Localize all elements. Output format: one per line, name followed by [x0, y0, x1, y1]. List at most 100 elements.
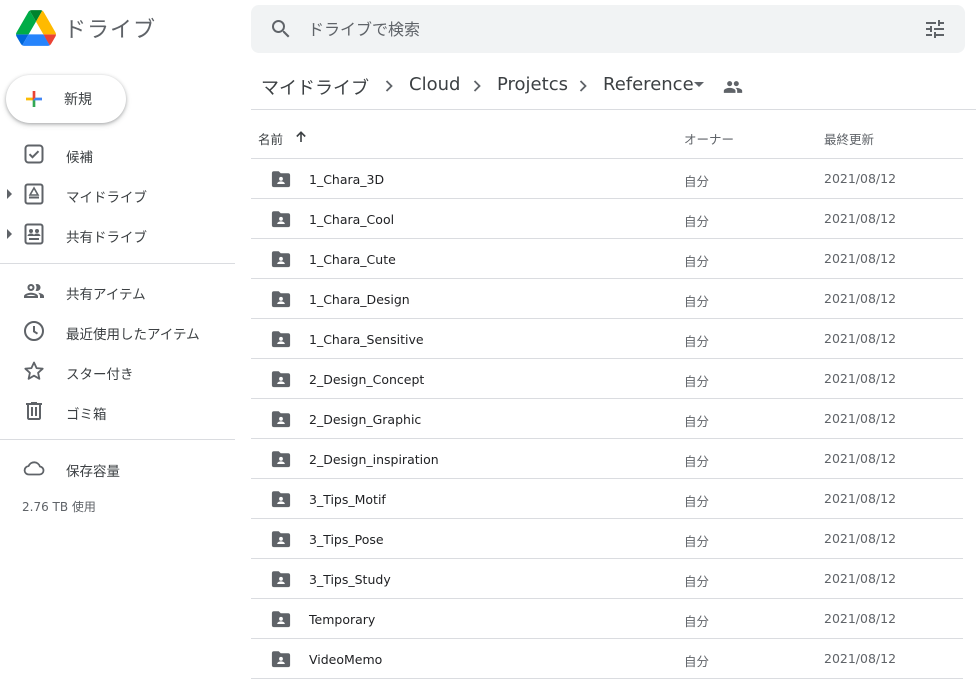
search-icon[interactable] [269, 17, 293, 41]
new-button[interactable]: 新規 [6, 75, 126, 123]
file-row[interactable]: 1_Chara_Design 自分 2021/08/12 [251, 279, 963, 319]
sidebar-item-label: 共有ドライブ [66, 230, 147, 246]
search-bar[interactable] [251, 5, 965, 53]
file-owner: 自分 [684, 614, 710, 629]
sidebar-item-label: ゴミ箱 [66, 407, 107, 423]
file-name: 1_Chara_Cute [309, 252, 396, 267]
trash-icon [26, 402, 42, 420]
sidebar-item-label: マイドライブ [66, 190, 147, 206]
file-row[interactable]: Temporary 自分 2021/08/12 [251, 599, 963, 639]
file-name: 3_Tips_Pose [309, 532, 384, 547]
file-owner: 自分 [684, 454, 710, 469]
file-row[interactable]: 1_Chara_Cool 自分 2021/08/12 [251, 199, 963, 239]
file-owner: 自分 [684, 254, 710, 269]
file-name: VideoMemo [309, 652, 383, 667]
shared-drives-icon [24, 223, 44, 245]
file-owner: 自分 [684, 334, 710, 349]
sidebar-item-label: 共有アイテム [66, 287, 146, 303]
file-row[interactable]: 3_Tips_Study 自分 2021/08/12 [251, 559, 963, 599]
file-owner: 自分 [684, 414, 710, 429]
chevron-right-icon [473, 80, 481, 92]
sidebar-item-label: 最近使用したアイテム [66, 327, 200, 343]
shared-folder-icon [271, 611, 291, 628]
sidebar-item-trash[interactable]: ゴミ箱 [0, 393, 235, 429]
breadcrumb-cloud[interactable]: Cloud [409, 74, 460, 95]
file-owner: 自分 [684, 654, 710, 669]
plus-icon [26, 91, 42, 107]
file-owner: 自分 [684, 174, 710, 189]
file-name: 1_Chara_Cool [309, 212, 395, 227]
storage-usage-text: 2.76 TB 使用 [22, 500, 96, 514]
file-last-modified: 2021/08/12 [824, 211, 897, 226]
shared-folder-icon [271, 531, 291, 548]
file-name: 1_Chara_Sensitive [309, 332, 424, 347]
breadcrumb-projetcs[interactable]: Projetcs [497, 74, 568, 95]
column-header-last-modified[interactable]: 最終更新 [824, 129, 874, 148]
file-owner: 自分 [684, 294, 710, 309]
shared-folder-icon [271, 571, 291, 588]
file-list: 1_Chara_3D 自分 2021/08/12 1_Chara_Cool 自分… [251, 159, 963, 679]
tune-icon[interactable] [923, 17, 947, 41]
file-owner: 自分 [684, 494, 710, 509]
shared-folder-icon [271, 651, 291, 668]
file-row[interactable]: 1_Chara_Sensitive 自分 2021/08/12 [251, 319, 963, 359]
column-header-name[interactable]: 名前 [258, 129, 283, 148]
shared-folder-icon [271, 491, 291, 508]
sidebar-item-starred[interactable]: スター付き [0, 353, 235, 389]
file-name: 2_Design_Graphic [309, 412, 422, 427]
file-last-modified: 2021/08/12 [824, 411, 897, 426]
sidebar-item-label: 候補 [66, 150, 93, 166]
file-name: Temporary [309, 612, 376, 627]
my-drive-icon [24, 183, 44, 205]
app-name: ドライブ [64, 18, 157, 43]
file-row[interactable]: 2_Design_Graphic 自分 2021/08/12 [251, 399, 963, 439]
file-row[interactable]: 2_Design_inspiration 自分 2021/08/12 [251, 439, 963, 479]
sidebar-item-shared-with-me[interactable]: 共有アイテム [0, 273, 235, 309]
sidebar-divider [0, 263, 235, 264]
file-last-modified: 2021/08/12 [824, 291, 897, 306]
file-row[interactable]: 3_Tips_Pose 自分 2021/08/12 [251, 519, 963, 559]
file-last-modified: 2021/08/12 [824, 171, 897, 186]
sidebar-item-suggested[interactable]: 候補 [0, 136, 235, 172]
search-input[interactable] [308, 17, 868, 41]
new-button-label: 新規 [64, 92, 92, 108]
file-name: 1_Chara_3D [309, 172, 385, 187]
sidebar-item-storage[interactable]: 保存容量 [0, 450, 235, 486]
cloud-icon [23, 461, 45, 476]
file-row[interactable]: VideoMemo 自分 2021/08/12 [251, 639, 963, 679]
file-name: 2_Design_inspiration [309, 452, 439, 467]
file-name: 3_Tips_Study [309, 572, 391, 587]
file-name: 3_Tips_Motif [309, 492, 386, 507]
file-name: 1_Chara_Design [309, 292, 410, 307]
sidebar-item-shared-drives[interactable]: 共有ドライブ [0, 216, 235, 252]
dropdown-arrow-icon[interactable] [694, 82, 704, 87]
breadcrumb: マイドライブ Cloud Projetcs Reference [251, 60, 976, 110]
sidebar-item-label: スター付き [66, 367, 134, 383]
file-row[interactable]: 1_Chara_3D 自分 2021/08/12 [251, 159, 963, 199]
breadcrumb-my-drive[interactable]: マイドライブ [261, 74, 369, 100]
file-owner: 自分 [684, 534, 710, 549]
file-owner: 自分 [684, 574, 710, 589]
clock-icon [24, 321, 44, 341]
shared-folder-icon [271, 451, 291, 468]
file-name: 2_Design_Concept [309, 372, 425, 387]
file-row[interactable]: 1_Chara_Cute 自分 2021/08/12 [251, 239, 963, 279]
sidebar-item-recent[interactable]: 最近使用したアイテム [0, 313, 235, 349]
breadcrumb-reference[interactable]: Reference [603, 74, 694, 95]
expand-arrow-icon[interactable] [7, 189, 12, 199]
file-row[interactable]: 3_Tips_Motif 自分 2021/08/12 [251, 479, 963, 519]
file-last-modified: 2021/08/12 [824, 611, 897, 626]
top-bar: ドライブ [0, 0, 976, 60]
shared-people-icon[interactable] [723, 77, 743, 97]
file-last-modified: 2021/08/12 [824, 651, 897, 666]
sidebar-item-my-drive[interactable]: マイドライブ [0, 176, 235, 212]
google-drive-logo[interactable] [16, 10, 56, 46]
file-row[interactable]: 2_Design_Concept 自分 2021/08/12 [251, 359, 963, 399]
column-header-owner[interactable]: オーナー [684, 129, 734, 148]
arrow-up-icon[interactable] [293, 129, 309, 145]
sidebar: 新規 候補 マイドライブ 共有ドライブ 共有アイテム 最近使用したアイテム スタ… [0, 60, 240, 700]
shared-folder-icon [271, 251, 291, 268]
shared-folder-icon [271, 371, 291, 388]
chevron-right-icon [579, 80, 587, 92]
expand-arrow-icon[interactable] [7, 229, 12, 239]
